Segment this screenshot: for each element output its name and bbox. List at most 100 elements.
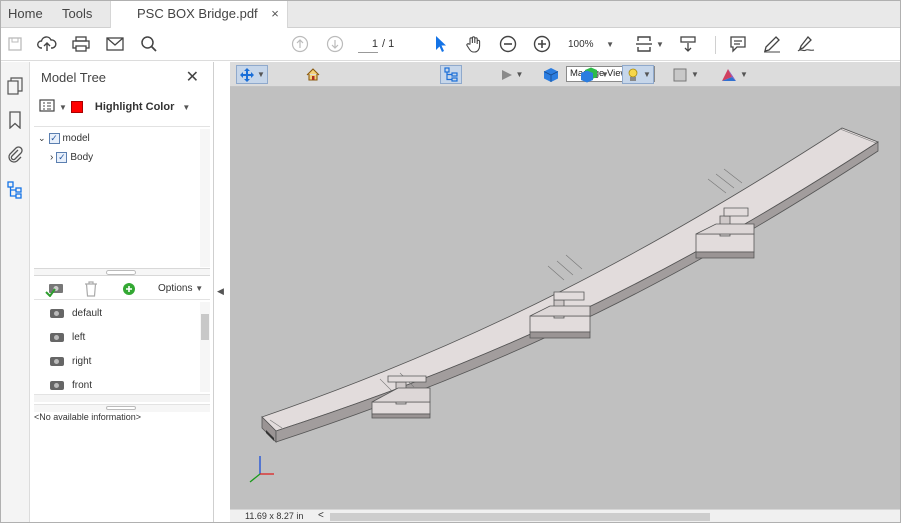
scrollbar-thumb[interactable] (201, 314, 209, 340)
solid-render-icon[interactable] (542, 65, 560, 84)
highlight-color-swatch[interactable] (70, 101, 83, 113)
view-label: left (72, 331, 86, 343)
email-icon[interactable] (104, 33, 126, 55)
zoom-level-select[interactable]: 100% ▼ (568, 37, 618, 53)
sign-icon[interactable] (795, 33, 817, 55)
lighting-icon[interactable]: ▼ (578, 65, 610, 84)
left-navigation-rail (0, 62, 30, 523)
panel-splitter-lower[interactable] (34, 404, 210, 412)
chevron-right-icon[interactable]: › (50, 152, 53, 163)
scroll-left-icon[interactable]: < (318, 510, 324, 521)
list-item[interactable]: left (50, 329, 85, 345)
view-label: right (72, 355, 92, 367)
select-arrow-icon[interactable] (429, 33, 451, 55)
page-number-input[interactable]: 1 (358, 36, 378, 53)
pages-icon[interactable] (4, 75, 26, 97)
views-list: default left right front (34, 302, 210, 392)
list-item[interactable]: front (50, 377, 92, 393)
bridge-model (249, 127, 879, 483)
info-text: <No available information> (34, 412, 142, 422)
tree-node-body[interactable]: › ✓ Body (50, 149, 93, 165)
hand-icon[interactable] (463, 33, 485, 55)
add-view-icon[interactable] (44, 281, 66, 300)
toolbar-divider (715, 36, 716, 54)
views-horizontal-scrollbar[interactable] (34, 394, 210, 402)
attachment-icon[interactable] (4, 143, 26, 165)
background-icon[interactable]: ▼ (622, 65, 654, 84)
tab-bar: Home Tools PSC BOX Bridge.pdf × (0, 0, 901, 29)
search-icon[interactable] (138, 33, 160, 55)
chevron-down-icon[interactable]: ▼ (656, 40, 664, 49)
scroll-mode-icon[interactable] (677, 33, 699, 55)
chevron-down-icon: ▼ (691, 70, 699, 79)
tree-node-model[interactable]: ⌄ ✓ model (38, 130, 90, 146)
panel-title: Model Tree (41, 70, 107, 85)
chevron-down-icon: ▼ (195, 284, 204, 293)
zoom-in-icon[interactable] (531, 33, 553, 55)
tab-close-icon[interactable]: × (271, 6, 279, 21)
cross-section-icon[interactable]: ▼ (670, 65, 702, 84)
tab-tools[interactable]: Tools (62, 0, 92, 28)
chevron-down-icon: ▼ (740, 70, 748, 79)
chevron-down-icon: ▼ (643, 70, 651, 79)
rotate-icon[interactable]: ▼ (236, 65, 268, 84)
chevron-down-icon[interactable]: ▼ (59, 103, 67, 112)
page-up-icon[interactable] (289, 33, 311, 55)
checkbox-checked-icon[interactable]: ✓ (48, 132, 60, 144)
list-item[interactable]: default (50, 305, 102, 321)
bookmark-icon[interactable] (4, 109, 26, 131)
zoom-level-value: 100% (568, 39, 594, 50)
zoom-out-icon[interactable] (497, 33, 519, 55)
chevron-down-icon: ▼ (515, 70, 524, 79)
view-label: default (72, 307, 103, 319)
camera-icon (50, 356, 64, 366)
chevron-down-icon: ▼ (257, 70, 265, 79)
splitter-grip[interactable] (106, 270, 136, 275)
upload-icon[interactable] (36, 33, 58, 55)
main-toolbar: 1 / 1 100% ▼ ▼ (0, 28, 901, 61)
options-label: Options (158, 283, 193, 294)
chevron-down-icon: ▼ (601, 70, 609, 79)
list-options-icon[interactable] (39, 99, 55, 115)
highlight-color-label[interactable]: Highlight Color (95, 101, 174, 113)
play-icon[interactable]: ▼ (498, 65, 526, 84)
comment-icon[interactable] (727, 33, 749, 55)
save-icon[interactable] (4, 33, 26, 55)
camera-icon (50, 380, 64, 390)
chevron-down-icon[interactable]: ⌄ (38, 133, 46, 144)
print-icon[interactable] (70, 33, 92, 55)
collapse-panel-icon[interactable]: ◀ (217, 286, 224, 297)
page-size-text: 11.69 x 8.27 in (245, 511, 304, 521)
views-scrollbar[interactable] (200, 302, 210, 392)
checkbox-checked-icon[interactable]: ✓ (56, 151, 68, 163)
page-down-icon[interactable] (324, 33, 346, 55)
tab-document-label: PSC BOX Bridge.pdf (137, 6, 258, 21)
tree-scrollbar[interactable] (200, 129, 210, 267)
axis-triad-icon (249, 456, 274, 483)
model-tree-icon[interactable] (4, 179, 26, 201)
horizontal-scrollbar[interactable] (330, 513, 710, 521)
tab-document[interactable]: PSC BOX Bridge.pdf × (110, 0, 288, 29)
fit-page-icon[interactable] (634, 33, 656, 55)
camera-icon (50, 308, 64, 318)
camera-icon (50, 332, 64, 342)
3d-viewport[interactable] (230, 62, 901, 509)
panel-splitter[interactable] (34, 268, 210, 276)
splitter-grip[interactable] (106, 406, 136, 410)
3d-toolbar: ▼ Manage Views... ▼ ▼ ▼ ▼ ▼ ▼ (230, 62, 901, 87)
model-tree-panel: Model Tree ✕ ▼ Highlight Color ▼ ⌄ ✓ mod… (30, 62, 214, 523)
model-tree-toggle-icon[interactable] (440, 65, 462, 84)
chevron-down-icon: ▼ (606, 40, 614, 49)
add-icon[interactable] (122, 282, 136, 299)
close-icon[interactable]: ✕ (186, 67, 199, 87)
pen-icon[interactable] (761, 33, 783, 55)
color-icon[interactable]: ▼ (718, 65, 750, 84)
list-item[interactable]: right (50, 353, 91, 369)
trash-icon[interactable] (84, 281, 98, 300)
status-bar: 11.69 x 8.27 in < (230, 509, 901, 523)
options-menu[interactable]: Options ▼ (158, 283, 203, 294)
home-view-icon[interactable] (304, 65, 322, 84)
highlight-color-row: ▼ Highlight Color ▼ (39, 98, 190, 116)
chevron-down-icon[interactable]: ▼ (182, 103, 190, 112)
tab-home[interactable]: Home (8, 0, 43, 28)
